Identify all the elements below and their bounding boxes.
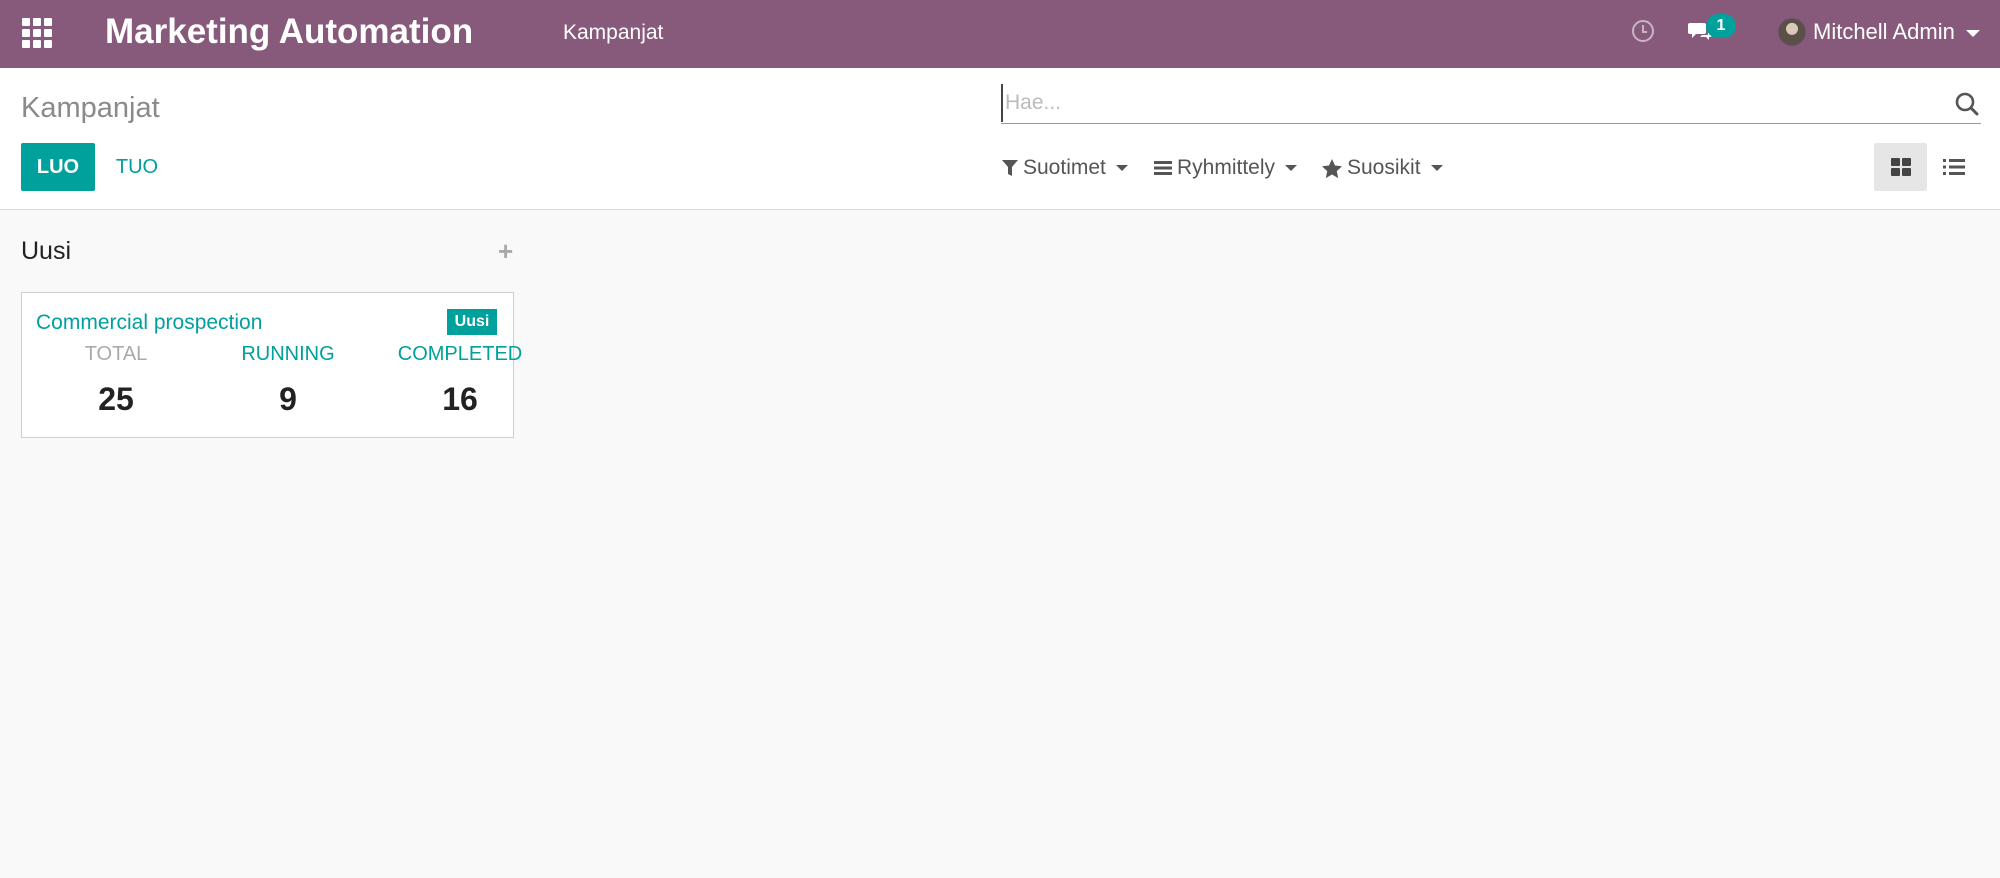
list-view-button[interactable] — [1927, 143, 1980, 191]
user-name[interactable]: Mitchell Admin — [1813, 19, 1955, 45]
filters-dropdown[interactable]: Suotimet — [1002, 153, 1128, 183]
chevron-down-icon — [1430, 165, 1443, 171]
group-by-label: Ryhmittely — [1177, 156, 1276, 179]
chat-count-badge: 1 — [1706, 14, 1736, 38]
campaign-title[interactable]: Commercial prospection — [36, 310, 262, 336]
campaign-card[interactable]: Commercial prospection Uusi TOTAL 25 RUN… — [21, 292, 522, 438]
top-navbar: Marketing Automation Kampanjat 1 Mitchel… — [0, 0, 2000, 68]
favorites-label: Suosikit — [1347, 156, 1421, 179]
stat-running[interactable]: RUNNING 9 — [213, 341, 363, 419]
user-avatar[interactable] — [1778, 18, 1806, 46]
stat-value: 16 — [442, 381, 478, 417]
stat-label: RUNNING — [241, 343, 335, 365]
group-by-bars-icon — [1154, 161, 1172, 175]
column-add-plus-icon[interactable]: + — [498, 238, 513, 264]
search-input[interactable] — [1001, 84, 1941, 122]
import-button[interactable]: TUO — [102, 143, 172, 191]
control-panel: Kampanjat LUO TUO Suotimet Ryhmittely Su… — [0, 68, 2000, 210]
app-title[interactable]: Marketing Automation — [105, 10, 473, 54]
stat-completed[interactable]: COMPLETED 16 — [385, 341, 535, 419]
stat-label: TOTAL — [84, 343, 148, 365]
user-menu-caret-icon[interactable] — [1966, 30, 1980, 37]
favorites-dropdown[interactable]: Suosikit — [1322, 153, 1443, 183]
chevron-down-icon — [1285, 165, 1298, 171]
kanban-column-title: Uusi — [21, 237, 72, 265]
status-badge: Uusi — [447, 309, 497, 335]
create-button[interactable]: LUO — [21, 143, 95, 191]
list-view-icon — [1943, 159, 1965, 175]
menu-item-campaigns[interactable]: Kampanjat — [563, 20, 663, 46]
star-icon — [1322, 158, 1342, 178]
stat-value: 9 — [279, 381, 297, 417]
apps-menu-icon[interactable] — [22, 18, 52, 48]
stat-value: 25 — [98, 381, 134, 417]
search-bar — [1001, 84, 1981, 124]
filter-icon — [1002, 160, 1018, 176]
search-icon[interactable] — [1955, 92, 1979, 116]
filters-label: Suotimet — [1023, 156, 1106, 179]
kanban-grid-icon — [1891, 158, 1911, 176]
kanban-view-button[interactable] — [1874, 143, 1927, 191]
group-by-dropdown[interactable]: Ryhmittely — [1154, 153, 1298, 183]
chevron-down-icon — [1115, 165, 1128, 171]
stat-total[interactable]: TOTAL 25 — [41, 341, 191, 419]
stat-label: COMPLETED — [397, 343, 523, 365]
breadcrumb: Kampanjat — [21, 92, 160, 124]
activity-clock-icon[interactable] — [1632, 20, 1654, 42]
